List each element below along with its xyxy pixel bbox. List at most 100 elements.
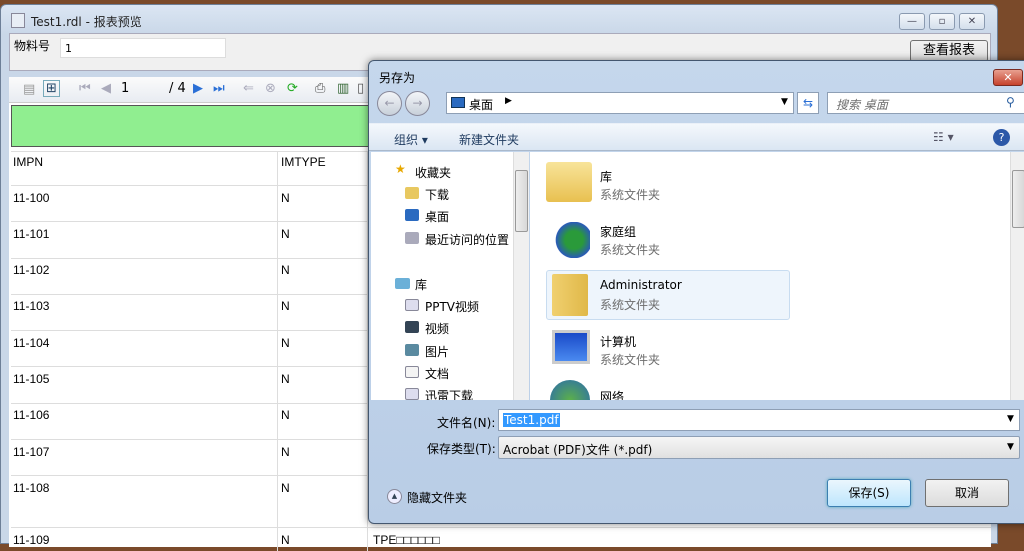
table-row-imtype: N xyxy=(281,445,290,459)
previous-page-icon[interactable]: ◀ xyxy=(101,81,111,96)
refresh-button[interactable]: ⇆ xyxy=(797,92,819,114)
filename-input[interactable]: Test1.pdf ▼ xyxy=(498,409,1020,431)
nav-label: 图片 xyxy=(425,345,450,359)
table-row-impn: 11-100 xyxy=(13,191,50,205)
downloads-icon xyxy=(405,187,419,199)
dialog-title: 另存为 xyxy=(379,71,416,85)
address-dropdown-icon[interactable]: ▼ xyxy=(781,97,788,107)
item-name[interactable]: 网络 xyxy=(600,388,624,400)
minimize-button[interactable]: — xyxy=(899,13,925,30)
last-page-icon[interactable]: ⏭ xyxy=(213,81,225,96)
table-row-impn: 11-109 xyxy=(13,533,50,547)
current-page-input[interactable]: 1 xyxy=(121,81,161,96)
table-row-impn: 11-104 xyxy=(13,336,50,350)
nav-item-pptv[interactable]: PPTV视频 xyxy=(405,298,479,315)
cancel-button[interactable]: 取消 xyxy=(925,479,1009,507)
search-icon: ⚲ xyxy=(1006,95,1015,109)
breadcrumb-chevron-icon[interactable]: ▶ xyxy=(505,96,512,106)
videos-icon xyxy=(405,321,419,333)
nav-item-videos[interactable]: 视频 xyxy=(405,320,450,337)
item-name[interactable]: 计算机 xyxy=(600,333,636,350)
nav-item-downloads[interactable]: 下载 xyxy=(405,186,450,203)
view-options-icon[interactable]: ☷ ▾ xyxy=(933,130,954,144)
table-row-impn: 11-107 xyxy=(13,445,50,459)
filename-dropdown-icon[interactable]: ▼ xyxy=(1007,414,1014,424)
nav-item-desktop[interactable]: 桌面 xyxy=(405,208,450,225)
item-name[interactable]: 家庭组 xyxy=(600,223,636,240)
dialog-footer: ▲ 隐藏文件夹 保存(S) 取消 xyxy=(369,465,1024,523)
filetype-select[interactable]: Acrobat (PDF)文件 (*.pdf) ▼ xyxy=(498,436,1020,459)
navigation-pane: ★ 收藏夹 下载 桌面 最近访问的位置 库 PPTV视频 视频 图片 文档 迅雷… xyxy=(371,152,513,400)
dialog-close-button[interactable]: ✕ xyxy=(993,69,1023,86)
nav-label: 文档 xyxy=(425,367,450,381)
nav-label: 桌面 xyxy=(425,210,450,224)
collapse-up-icon[interactable]: ▲ xyxy=(387,489,402,504)
print-layout-icon[interactable]: ▥ xyxy=(337,81,349,96)
favorites-star-icon: ★ xyxy=(395,162,406,176)
print-icon[interactable]: ⎙ xyxy=(315,81,325,96)
library-icon xyxy=(405,388,419,400)
table-row-impn: 11-102 xyxy=(13,263,50,277)
desktop-icon xyxy=(405,209,419,221)
address-location[interactable]: 桌面 xyxy=(469,96,493,113)
filetype-dropdown-icon[interactable]: ▼ xyxy=(1007,442,1014,452)
forward-button[interactable]: → xyxy=(405,91,430,116)
nav-favorites[interactable]: 收藏夹 xyxy=(415,164,451,181)
item-name[interactable]: 库 xyxy=(600,168,612,185)
file-list: 库系统文件夹 家庭组 系统文件夹 Administrator 系统文件夹 计算机 系统… xyxy=(530,152,1010,400)
nav-item-recent[interactable]: 最近访问的位置 xyxy=(405,231,510,248)
maximize-button[interactable]: ▫ xyxy=(929,13,955,30)
user-folder-icon xyxy=(552,274,588,316)
parameters-toggle-icon[interactable]: ⊞ xyxy=(43,80,60,97)
hide-folders-button[interactable]: 隐藏文件夹 xyxy=(407,489,467,506)
item-type: 系统文件夹 xyxy=(600,298,661,312)
view-report-button[interactable]: 查看报表 xyxy=(910,40,988,62)
close-button[interactable]: ✕ xyxy=(959,13,985,30)
network-icon xyxy=(550,380,590,400)
column-header-imtype: IMTYPE xyxy=(281,155,326,169)
item-type: 系统文件夹 xyxy=(600,188,661,202)
table-row-impn: 11-106 xyxy=(13,408,50,422)
refresh-icon[interactable]: ⟳ xyxy=(287,81,298,96)
page-setup-icon[interactable]: ▯ xyxy=(357,81,364,96)
next-page-icon[interactable]: ▶ xyxy=(193,81,203,96)
search-input[interactable]: 搜索 桌面 ⚲ xyxy=(827,92,1024,114)
nav-label: 最近访问的位置 xyxy=(425,233,510,247)
navigation-scrollbar[interactable] xyxy=(513,152,529,400)
back-button[interactable]: ← xyxy=(377,91,402,116)
nav-libraries[interactable]: 库 xyxy=(415,276,427,293)
address-bar[interactable]: 桌面 ▶ ▼ xyxy=(446,92,794,114)
table-row-imtype: N xyxy=(281,227,290,241)
table-row-impn: 11-101 xyxy=(13,227,50,241)
column-header-impn: IMPN xyxy=(13,155,43,169)
material-number-label: 物料号 xyxy=(14,39,51,53)
item-type: 系统文件夹 xyxy=(600,353,661,367)
table-row-imtype: N xyxy=(281,481,290,495)
library-folder-icon xyxy=(546,162,592,202)
library-icon xyxy=(405,299,419,311)
table-row-imtype: N xyxy=(281,533,290,547)
organize-menu[interactable]: 组织 ▾ xyxy=(394,131,428,148)
recent-places-icon xyxy=(405,232,419,244)
report-file-icon xyxy=(11,13,25,28)
document-map-icon[interactable]: ▤ xyxy=(23,82,35,97)
first-page-icon[interactable]: ⏮ xyxy=(79,81,91,96)
back-icon[interactable]: ⇐ xyxy=(243,81,254,96)
table-row-imtype: N xyxy=(281,372,290,386)
nav-item-documents[interactable]: 文档 xyxy=(405,365,450,382)
nav-label: 下载 xyxy=(425,188,450,202)
nav-item-pictures[interactable]: 图片 xyxy=(405,343,450,360)
table-row-imtype: N xyxy=(281,336,290,350)
file-list-scrollbar[interactable] xyxy=(1010,152,1024,400)
nav-label: 视频 xyxy=(425,322,450,336)
total-pages: / 4 xyxy=(169,81,186,96)
command-bar: 组织 ▾ 新建文件夹 ☷ ▾ ? xyxy=(369,123,1024,151)
new-folder-button[interactable]: 新建文件夹 xyxy=(459,131,519,148)
filename-label: 文件名(N): xyxy=(437,416,496,430)
item-name[interactable]: Administrator xyxy=(600,278,682,292)
material-number-input[interactable]: 1 xyxy=(60,38,226,58)
save-button[interactable]: 保存(S) xyxy=(827,479,911,507)
help-icon[interactable]: ? xyxy=(993,129,1010,146)
nav-item-thunder[interactable]: 迅雷下载 xyxy=(405,387,473,400)
stop-icon[interactable]: ⊗ xyxy=(265,81,276,96)
